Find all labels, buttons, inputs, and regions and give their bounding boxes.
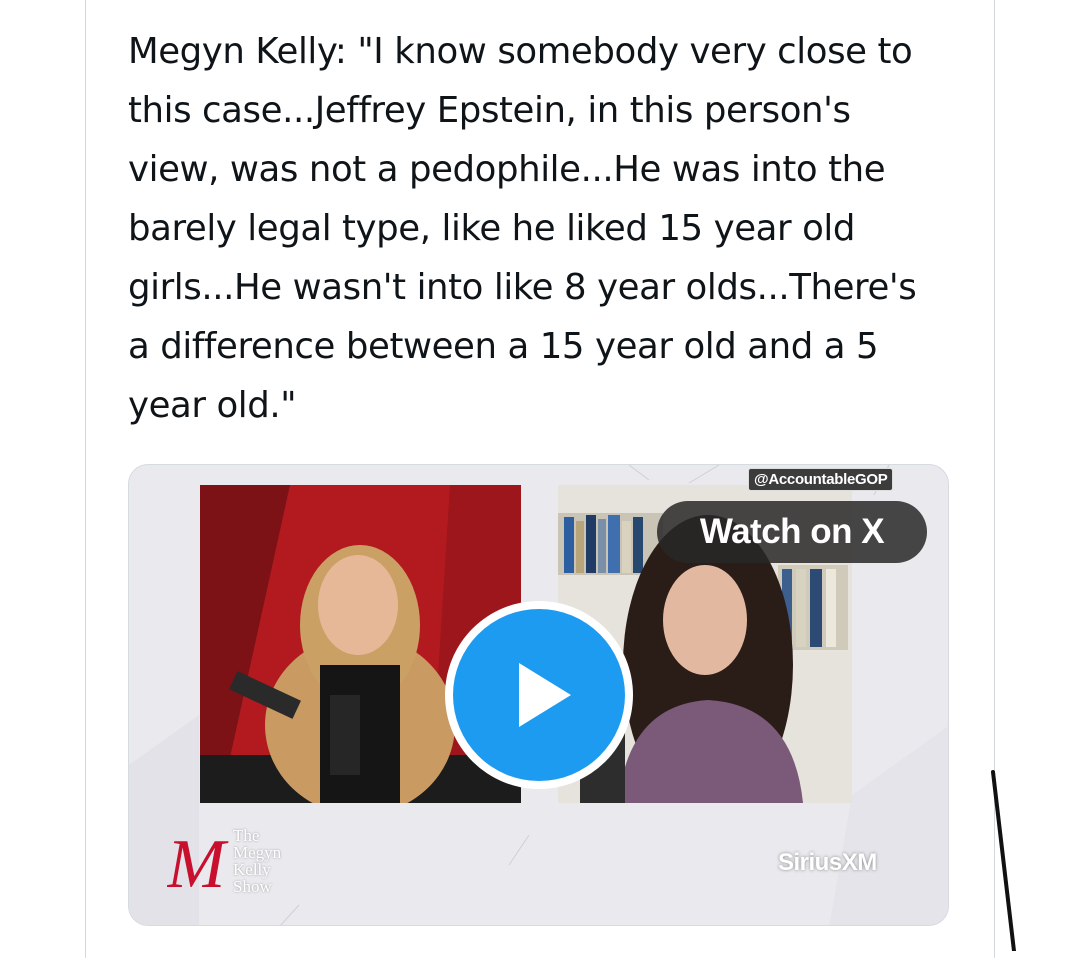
stylus-stroke [991, 770, 1016, 951]
